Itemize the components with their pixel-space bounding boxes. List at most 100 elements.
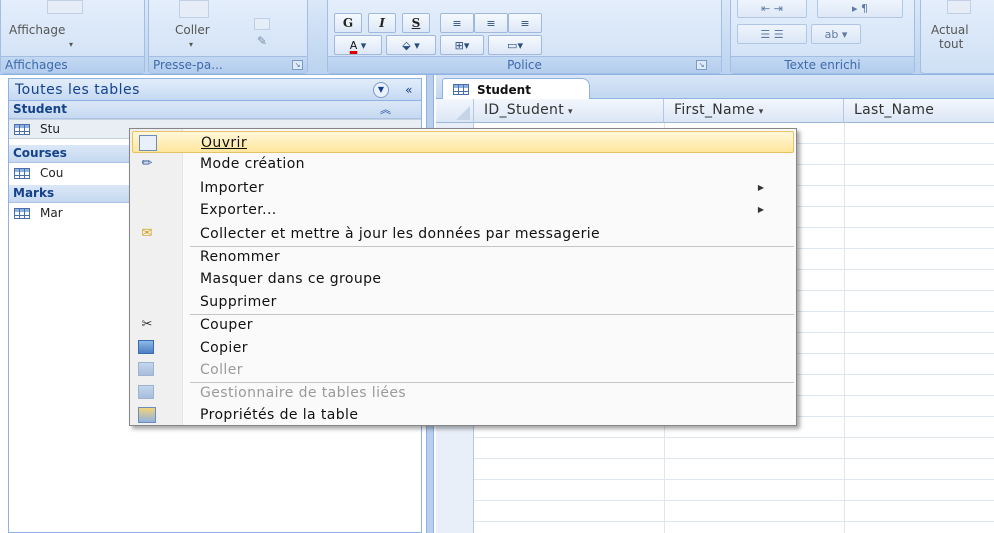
menu-item-collect-data[interactable]: ✉ Collecter et mettre à jour les données… <box>132 223 794 245</box>
refresh-label-1: Actual <box>931 23 969 37</box>
menu-item-label: Coller <box>200 362 243 378</box>
direction-button[interactable]: ▸ ¶ <box>817 0 903 18</box>
nav-group-student[interactable]: Student ︽ <box>9 101 421 119</box>
menu-item-open[interactable]: Ouvrir <box>132 131 794 153</box>
view-dropdown-icon[interactable]: ▾ <box>69 40 73 49</box>
open-table-icon <box>139 135 157 151</box>
nav-pane-header[interactable]: Toutes les tables ▼ « <box>9 79 421 101</box>
grid-column-divider <box>844 123 845 533</box>
table-icon <box>453 84 469 95</box>
align-center-button[interactable]: ≡ <box>474 13 508 33</box>
copy-small-icon[interactable] <box>254 18 270 30</box>
font-color-button[interactable]: A ▾ <box>334 35 382 55</box>
font-launcher-icon[interactable]: ↘ <box>696 60 707 70</box>
menu-item-hide-in-group[interactable]: Masquer dans ce groupe <box>132 268 794 290</box>
gridlines-button[interactable]: ⊞ ▾ <box>440 35 484 55</box>
menu-item-import[interactable]: Importer ▶ <box>132 177 794 199</box>
italic-button[interactable]: I <box>368 13 396 33</box>
ribbon-group-views-label: Affichages <box>1 56 144 73</box>
paste-button[interactable]: Coller <box>175 23 210 37</box>
document-tab-bar: Student <box>436 75 994 100</box>
menu-item-label: Couper <box>200 317 253 333</box>
bullets-button[interactable]: ☰ ☰ <box>737 24 807 44</box>
datasheet-header: ID_Student ▾ First_Name ▾ Last_Name <box>436 99 994 123</box>
tab-student[interactable]: Student <box>442 78 590 100</box>
column-dropdown-icon[interactable]: ▾ <box>759 107 764 117</box>
ribbon-group-rich-text: ⇤ ⇥ ▸ ¶ ☰ ☰ ab ▾ Texte enrichi <box>730 0 915 74</box>
refresh-all-button[interactable]: Actual tout <box>931 23 969 51</box>
column-dropdown-icon[interactable]: ▾ <box>568 107 573 117</box>
menu-item-cut[interactable]: ✂ Couper <box>132 314 794 336</box>
menu-item-rename[interactable]: Renommer <box>132 246 794 268</box>
clipboard-label: Presse-pa... <box>153 58 223 72</box>
submenu-arrow-icon: ▶ <box>757 183 764 192</box>
bold-button[interactable]: G <box>334 13 362 33</box>
refresh-all-icon <box>947 0 971 14</box>
collect-data-icon: ✉ <box>141 226 153 241</box>
fill-color-icon: ⬙ <box>402 38 411 52</box>
tab-student-label: Student <box>477 82 531 97</box>
linked-table-manager-icon <box>138 385 154 399</box>
select-all-button[interactable] <box>436 99 474 123</box>
table-icon <box>14 167 30 179</box>
table-icon <box>14 123 30 135</box>
font-color-icon: A <box>349 38 358 52</box>
alt-row-color-button[interactable]: ▭ ▾ <box>488 35 542 55</box>
nav-menu-dropdown-icon[interactable]: ▼ <box>373 81 390 98</box>
ribbon: Affichage ▾ Affichages Coller ▾ ✎ Presse… <box>0 0 994 75</box>
nav-collapse-icon[interactable]: « <box>405 83 413 97</box>
column-header-last-name[interactable]: Last_Name <box>844 99 994 123</box>
menu-item-label: Importer <box>200 180 265 196</box>
menu-item-table-properties[interactable]: Propriétés de la table <box>132 404 794 426</box>
ribbon-group-records: Actual tout <box>920 0 994 74</box>
nav-item-label: Mar <box>40 206 63 220</box>
menu-item-label: Renommer <box>200 249 280 265</box>
nav-pane-title: Toutes les tables <box>15 81 140 98</box>
bold-label: G <box>342 16 354 30</box>
menu-item-delete[interactable]: Supprimer <box>132 291 794 313</box>
view-icon <box>47 0 83 14</box>
underline-button[interactable]: S <box>402 13 430 33</box>
menu-item-label: Masquer dans ce groupe <box>200 271 382 287</box>
menu-item-label: Ouvrir <box>201 135 247 151</box>
table-properties-icon <box>138 407 156 423</box>
format-painter-icon[interactable]: ✎ <box>257 34 267 48</box>
design-view-icon: ✏ <box>141 156 153 171</box>
view-button[interactable]: Affichage <box>9 23 65 37</box>
align-right-button[interactable]: ≡ <box>508 13 542 33</box>
ribbon-group-clipboard-label: Presse-pa... ↘ <box>149 56 307 73</box>
nav-group-courses-label: Courses <box>13 146 67 160</box>
menu-item-label: Supprimer <box>200 294 277 310</box>
fill-color-button[interactable]: ⬙ ▾ <box>386 35 436 55</box>
rich-text-group-label: Texte enrichi <box>731 56 914 73</box>
indent-button[interactable]: ⇤ ⇥ <box>737 0 807 18</box>
menu-item-copy[interactable]: Copier <box>132 337 794 359</box>
menu-item-label: Gestionnaire de tables liées <box>200 385 407 401</box>
italic-label: I <box>379 16 385 30</box>
nav-group-student-label: Student <box>13 102 67 116</box>
highlight-button[interactable]: ab ▾ <box>811 24 861 44</box>
menu-item-export[interactable]: Exporter... ▶ <box>132 199 794 221</box>
column-header-first-name[interactable]: First_Name ▾ <box>664 99 844 123</box>
underline-label: S <box>411 16 421 30</box>
paste-large-icon <box>179 0 209 18</box>
menu-item-label: Mode création <box>200 156 305 172</box>
paste-dropdown-icon[interactable]: ▾ <box>189 40 193 49</box>
menu-item-label: Exporter... <box>200 202 277 218</box>
paste-icon <box>138 362 154 376</box>
font-group-label: Police <box>328 56 721 73</box>
ribbon-group-clipboard: Coller ▾ ✎ Presse-pa... ↘ <box>148 0 308 74</box>
table-icon <box>14 207 30 219</box>
chevron-up-icon[interactable]: ︽ <box>380 101 391 118</box>
nav-item-label: Cou <box>40 166 64 180</box>
menu-item-design-view[interactable]: ✏ Mode création <box>132 153 794 175</box>
column-header-id-student[interactable]: ID_Student ▾ <box>474 99 664 123</box>
nav-item-label: Stu <box>40 122 60 136</box>
scissors-icon: ✂ <box>141 317 153 332</box>
context-menu: Ouvrir ✏ Mode création Importer ▶ Export… <box>129 128 797 426</box>
clipboard-launcher-icon[interactable]: ↘ <box>292 60 303 70</box>
align-left-button[interactable]: ≡ <box>440 13 474 33</box>
ribbon-group-font: G I S ≡ ≡ ≡ A ▾ ⬙ ▾ ⊞ ▾ ▭ ▾ Police ↘ <box>327 0 722 74</box>
menu-item-linked-table-manager: Gestionnaire de tables liées <box>132 382 794 404</box>
menu-item-label: Propriétés de la table <box>200 407 359 423</box>
